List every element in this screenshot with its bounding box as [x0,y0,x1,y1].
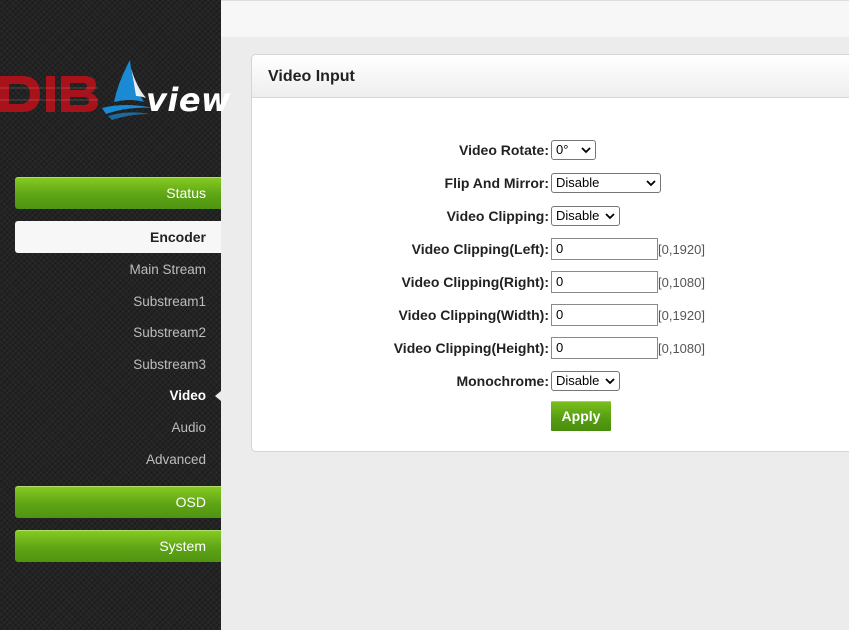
current-item-indicator [215,391,221,401]
video-rotate-label: Video Rotate: [459,142,549,158]
nav-item-advanced[interactable]: Advanced [15,452,206,467]
clip-left-input[interactable]: 0 [551,238,658,260]
clip-width-label: Video Clipping(Width): [398,307,549,323]
clip-left-label: Video Clipping(Left): [411,241,549,257]
row-monochrome: Monochrome: Disable [252,370,849,392]
flip-mirror-label: Flip And Mirror: [444,175,549,191]
chevron-down-icon [605,378,615,385]
logo-dib-mark [0,76,98,112]
logo: view [0,58,231,128]
clip-left-range: [0,1920] [658,242,705,257]
video-rotate-select[interactable]: 0° [551,140,596,160]
row-clip-height: Video Clipping(Height): 0 [0,1080] [252,337,849,359]
monochrome-label: Monochrome: [456,373,549,389]
clip-height-range: [0,1080] [658,341,705,356]
nav-status-button[interactable]: Status [15,177,221,209]
monochrome-select[interactable]: Disable [551,371,620,391]
row-flip-mirror: Flip And Mirror: Disable [252,172,849,194]
video-clipping-select[interactable]: Disable [551,206,620,226]
nav-item-substream1[interactable]: Substream1 [15,294,206,309]
clip-height-label: Video Clipping(Height): [393,340,549,356]
row-video-clipping: Video Clipping: Disable [252,205,849,227]
row-clip-right: Video Clipping(Right): 0 [0,1080] [252,271,849,293]
sidebar: view Status Encoder Main Stream Substrea… [0,0,231,630]
nav-item-main-stream[interactable]: Main Stream [15,262,206,277]
video-clipping-value: Disable [556,208,600,223]
clip-width-range: [0,1920] [658,308,705,323]
video-input-panel: Video Input Video Rotate: 0° Flip And Mi… [251,54,849,452]
chevron-down-icon [581,147,591,154]
nav-item-substream2[interactable]: Substream2 [15,325,206,340]
nav-item-video[interactable]: Video [15,388,206,403]
video-rotate-value: 0° [556,142,569,157]
nav-item-audio[interactable]: Audio [15,420,206,435]
nav-item-substream3[interactable]: Substream3 [15,357,206,372]
chevron-down-icon [605,213,615,220]
panel-header: Video Input [252,55,849,98]
flip-mirror-value: Disable [556,175,600,190]
nav-system-button[interactable]: System [15,530,221,562]
row-clip-left: Video Clipping(Left): 0 [0,1920] [252,238,849,260]
video-clipping-label: Video Clipping: [446,208,549,224]
monochrome-value: Disable [556,373,600,388]
logo-view-text: view [146,81,232,119]
chevron-down-icon [646,180,656,187]
nav-osd-button[interactable]: OSD [15,486,221,518]
clip-right-range: [0,1080] [658,275,705,290]
top-bar [221,0,849,37]
panel-title: Video Input [268,68,355,85]
clip-right-label: Video Clipping(Right): [401,274,550,290]
apply-button[interactable]: Apply [551,401,611,431]
clip-right-input[interactable]: 0 [551,271,658,293]
row-video-rotate: Video Rotate: 0° [252,139,849,161]
flip-mirror-select[interactable]: Disable [551,173,661,193]
clip-width-input[interactable]: 0 [551,304,658,326]
clip-height-input[interactable]: 0 [551,337,658,359]
row-clip-width: Video Clipping(Width): 0 [0,1920] [252,304,849,326]
nav-encoder-button[interactable]: Encoder [15,221,221,253]
